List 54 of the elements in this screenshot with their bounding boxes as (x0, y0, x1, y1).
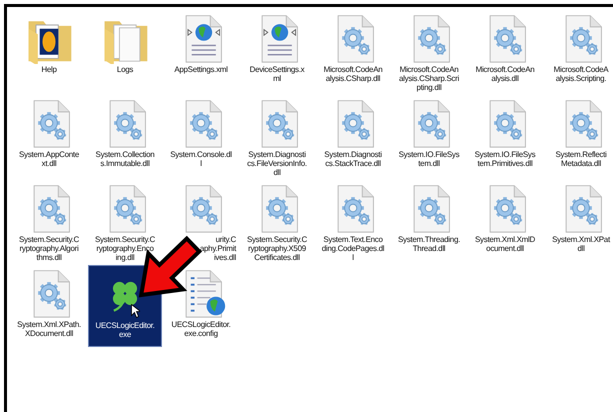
file-item[interactable]: System.Security.C ryptography.Algori thms.dll (12, 180, 86, 264)
file-item[interactable]: Microsoft.CodeAn alysis.CSharp.dll (316, 10, 390, 92)
file-item[interactable]: System.Xml.XPat dll (544, 180, 613, 262)
file-name: System.Console.dl l (170, 150, 232, 168)
file-name: Microsoft.CodeAn alysis.CSharp.dll (324, 65, 382, 83)
file-item[interactable]: System.Security.C ryptography.X509 Certificates.dll (240, 180, 314, 264)
file-item[interactable]: System.Diagnosti cs.FileVersionInfo. dll (240, 95, 314, 179)
file-item[interactable]: Logs (88, 10, 162, 92)
file-item[interactable]: System.Security.C ryptography.Enco ing.dll (88, 180, 162, 264)
file-name: DeviceSettings.x ml (250, 65, 304, 83)
file-name: System.Text.Enco ding.CodePages.dl l (322, 235, 384, 262)
file-item[interactable]: System.Xml.XmlD ocument.dll (468, 180, 542, 262)
file-name: System.Xml.XPat dll (552, 235, 610, 253)
file-name: urity.C aphy.Primit ives.dll (200, 235, 238, 262)
file-item[interactable]: System.AppConte xt.dll (12, 95, 86, 177)
file-item[interactable]: System.Diagnosti cs.StackTrace.dll (316, 95, 390, 177)
file-name: System.IO.FileSys tem.Primitives.dll (474, 150, 536, 168)
file-name: Logs (116, 65, 134, 74)
file-name: System.Security.C ryptography.X509 Certificates.dll (246, 235, 308, 262)
file-name: System.Xml.XmlD ocument.dll (475, 235, 535, 253)
file-name: UECSLogicEditor. exe (95, 321, 155, 339)
file-name: UECSLogicEditor. exe.config (171, 320, 231, 338)
file-name: System.AppConte xt.dll (19, 150, 79, 168)
file-name: System.Security.C ryptography.Algori thms.dll (18, 235, 80, 262)
file-item[interactable]: AppSettings.xml (164, 10, 238, 92)
file-item[interactable]: urity.C aphy.Primit ives.dll (164, 180, 238, 264)
file-name: System.Collection s.Immutable.dll (96, 150, 154, 168)
file-item[interactable]: Microsoft.CodeA alysis.Scripting. (544, 10, 613, 92)
file-item[interactable]: UECSLogicEditor. exe.config (164, 265, 238, 347)
file-name: System.Diagnosti cs.FileVersionInfo. dll (247, 150, 307, 177)
file-item[interactable]: System.Console.dl l (164, 95, 238, 177)
file-name: Help (41, 65, 57, 74)
file-name: System.Diagnosti cs.StackTrace.dll (324, 150, 382, 168)
file-item[interactable]: System.Xml.XPath. XDocument.dll (12, 265, 86, 347)
file-item[interactable]: Microsoft.CodeAn alysis.CSharp.Scri pting.dll (392, 10, 466, 94)
cursor-icon (131, 304, 140, 318)
file-name: System.Security.C ryptography.Enco ing.dll (94, 235, 156, 262)
file-item[interactable]: System.Text.Enco ding.CodePages.dl l (316, 180, 390, 264)
file-item[interactable]: System.IO.FileSys tem.Primitives.dll (468, 95, 542, 177)
file-name: Microsoft.CodeA alysis.Scripting. (554, 65, 608, 83)
file-item[interactable]: System.Collection s.Immutable.dll (88, 95, 162, 177)
file-name: System.Xml.XPath. XDocument.dll (17, 320, 81, 338)
file-item[interactable]: System.IO.FileSys tem.dll (392, 95, 466, 177)
file-item[interactable]: Microsoft.CodeAn alysis.dll (468, 10, 542, 92)
file-name: Microsoft.CodeAn alysis.CSharp.Scri pting.dll (399, 65, 459, 92)
file-name: System.Threading. Thread.dll (398, 235, 460, 253)
file-item[interactable]: Help (12, 10, 86, 92)
file-name: System.Reflecti Metadata.dll (555, 150, 607, 168)
file-item[interactable]: System.Reflecti Metadata.dll (544, 95, 613, 177)
file-item[interactable]: DeviceSettings.x ml (240, 10, 314, 92)
file-name: AppSettings.xml (174, 65, 228, 74)
file-name: Microsoft.CodeAn alysis.dll (476, 65, 534, 83)
file-name: System.IO.FileSys tem.dll (398, 150, 460, 168)
file-item[interactable]: System.Threading. Thread.dll (392, 180, 466, 262)
